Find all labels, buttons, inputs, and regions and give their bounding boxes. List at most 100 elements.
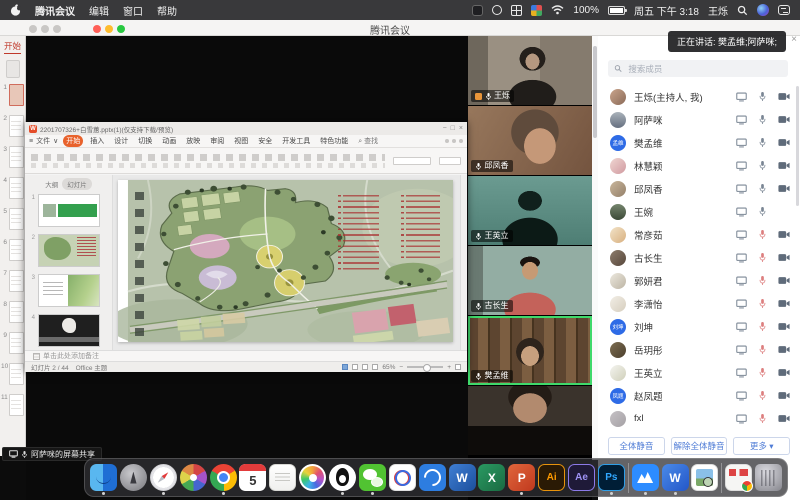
camera-icon[interactable]	[778, 184, 790, 193]
photoshop[interactable]: Ps	[598, 464, 625, 491]
wps-ribbon-tab[interactable]: 视图	[231, 135, 251, 147]
search-input[interactable]	[626, 63, 782, 75]
menu-help[interactable]: 帮助	[157, 3, 177, 18]
chrome[interactable]	[210, 464, 237, 491]
video-tile[interactable]	[468, 386, 592, 456]
tencent-meeting[interactable]	[632, 464, 659, 491]
mic-icon[interactable]	[758, 367, 767, 378]
input-method-icon[interactable]	[531, 5, 542, 16]
camera-icon[interactable]	[778, 115, 790, 124]
participant-row[interactable]: 邱凤香	[598, 177, 800, 200]
trash[interactable]	[755, 464, 782, 491]
bg-slide-thumbnail[interactable]: 2	[1, 115, 24, 137]
participant-row[interactable]: 凤题 赵凤题	[598, 384, 800, 407]
mic-icon[interactable]	[758, 183, 767, 194]
menu-user[interactable]: 王烁	[708, 3, 728, 18]
slide-sorter-button[interactable]	[352, 364, 358, 370]
wps-ribbon-tab[interactable]: 动画	[159, 135, 179, 147]
camera-icon[interactable]	[778, 414, 790, 423]
wps-ribbon-tab[interactable]: 插入	[87, 135, 107, 147]
control-center-icon[interactable]	[778, 5, 790, 15]
participant-row[interactable]: 阿萨咪	[598, 108, 800, 131]
wps-slide-thumbnail[interactable]: 3	[29, 274, 108, 307]
mic-icon[interactable]	[758, 91, 767, 102]
spotlight-icon[interactable]	[737, 5, 748, 16]
participant-row[interactable]: 王婉	[598, 200, 800, 223]
camera-icon[interactable]	[778, 138, 790, 147]
wps-ribbon-tab[interactable]: 切换	[135, 135, 155, 147]
bg-slide-thumbnail[interactable]: 4	[1, 177, 24, 199]
participant-row[interactable]: 王烁(主持人, 我)	[598, 85, 800, 108]
bg-window-zoom-button[interactable]	[53, 25, 61, 33]
minimize-button[interactable]	[105, 25, 113, 33]
wps-ribbon-tab[interactable]: 开始	[63, 135, 83, 147]
after-effects[interactable]: Ae	[568, 464, 595, 491]
panel-action-button[interactable]: 更多 ▾	[733, 437, 790, 455]
separator[interactable]	[628, 461, 629, 494]
camera-icon[interactable]	[778, 161, 790, 170]
slideshow-button[interactable]	[372, 364, 378, 370]
menu-edit[interactable]: 编辑	[89, 3, 109, 18]
bg-slide-thumbnail[interactable]: 8	[1, 301, 24, 323]
powerpoint[interactable]: P	[508, 464, 535, 491]
illustrator[interactable]: Ai	[538, 464, 565, 491]
calendar[interactable]: 5	[239, 464, 266, 491]
video-tile[interactable]: 王烁	[468, 36, 592, 106]
bg-slide-thumbnail[interactable]: 10	[1, 363, 24, 385]
normal-view-button[interactable]	[342, 364, 348, 370]
bg-slide-thumbnail[interactable]: 7	[1, 270, 24, 292]
panel-action-button[interactable]: 全体静音	[608, 437, 665, 455]
word[interactable]: W	[449, 464, 476, 491]
mic-icon[interactable]	[758, 344, 767, 355]
camera-icon[interactable]	[778, 299, 790, 308]
participant-row[interactable]: 郭妍君	[598, 269, 800, 292]
panel-scrollbar[interactable]	[796, 86, 799, 206]
launchpad[interactable]	[120, 464, 147, 491]
participant-row[interactable]: 王英立	[598, 361, 800, 384]
preview[interactable]	[691, 464, 718, 491]
menu-window[interactable]: 窗口	[123, 3, 143, 18]
finder[interactable]	[90, 464, 117, 491]
bg-window-minimize-button[interactable]	[41, 25, 49, 33]
learning-app[interactable]	[419, 464, 446, 491]
camera-icon[interactable]	[778, 253, 790, 262]
participant-row[interactable]: 孟维 樊孟维	[598, 131, 800, 154]
wps-ribbon-tab[interactable]: 审阅	[207, 135, 227, 147]
mic-icon[interactable]	[758, 160, 767, 171]
participant-row[interactable]: 李潇怡	[598, 292, 800, 315]
close-button[interactable]	[93, 25, 101, 33]
wps-slide-thumbnail[interactable]: 1	[29, 194, 108, 227]
menu-clock[interactable]: 周五 下午 3:18	[634, 3, 699, 18]
mic-icon[interactable]	[758, 413, 767, 424]
wechat[interactable]	[359, 464, 386, 491]
search-box[interactable]	[608, 60, 788, 77]
video-tile[interactable]: 王英立	[468, 176, 592, 246]
camera-icon[interactable]	[778, 345, 790, 354]
camera-icon[interactable]	[778, 276, 790, 285]
mic-icon[interactable]	[758, 390, 767, 401]
participant-row[interactable]: fxl	[598, 407, 800, 430]
siri-icon[interactable]	[757, 4, 769, 16]
mic-icon[interactable]	[758, 137, 767, 148]
bg-slide-thumbnail[interactable]: 1	[1, 84, 24, 106]
video-tile[interactable]: 樊孟维	[468, 316, 592, 386]
browser-pinwheel[interactable]	[180, 464, 207, 491]
wps-notes-bar[interactable]: 单击此处添加备注	[25, 350, 467, 361]
wps-slide-thumbnail[interactable]: 4	[29, 314, 108, 347]
bg-ribbon-tab[interactable]: 开始	[4, 40, 21, 54]
zoom-in-button[interactable]: +	[447, 364, 451, 371]
panel-action-button[interactable]: 解除全体静音	[671, 437, 728, 455]
mic-icon[interactable]	[758, 206, 767, 217]
reading-view-button[interactable]	[362, 364, 368, 370]
separator[interactable]	[721, 461, 722, 494]
wifi-icon[interactable]	[551, 5, 564, 15]
status-app-icon[interactable]	[472, 5, 483, 16]
zoom-slider[interactable]	[407, 366, 443, 368]
textedit[interactable]	[269, 464, 296, 491]
wps-font-input[interactable]	[393, 157, 431, 165]
camera-icon[interactable]	[778, 92, 790, 101]
wps-scrollbar[interactable]	[460, 175, 467, 350]
tencent-docs[interactable]	[389, 464, 416, 491]
participant-row[interactable]: 林慧颖	[598, 154, 800, 177]
bg-slide-thumbnail[interactable]: 6	[1, 239, 24, 261]
